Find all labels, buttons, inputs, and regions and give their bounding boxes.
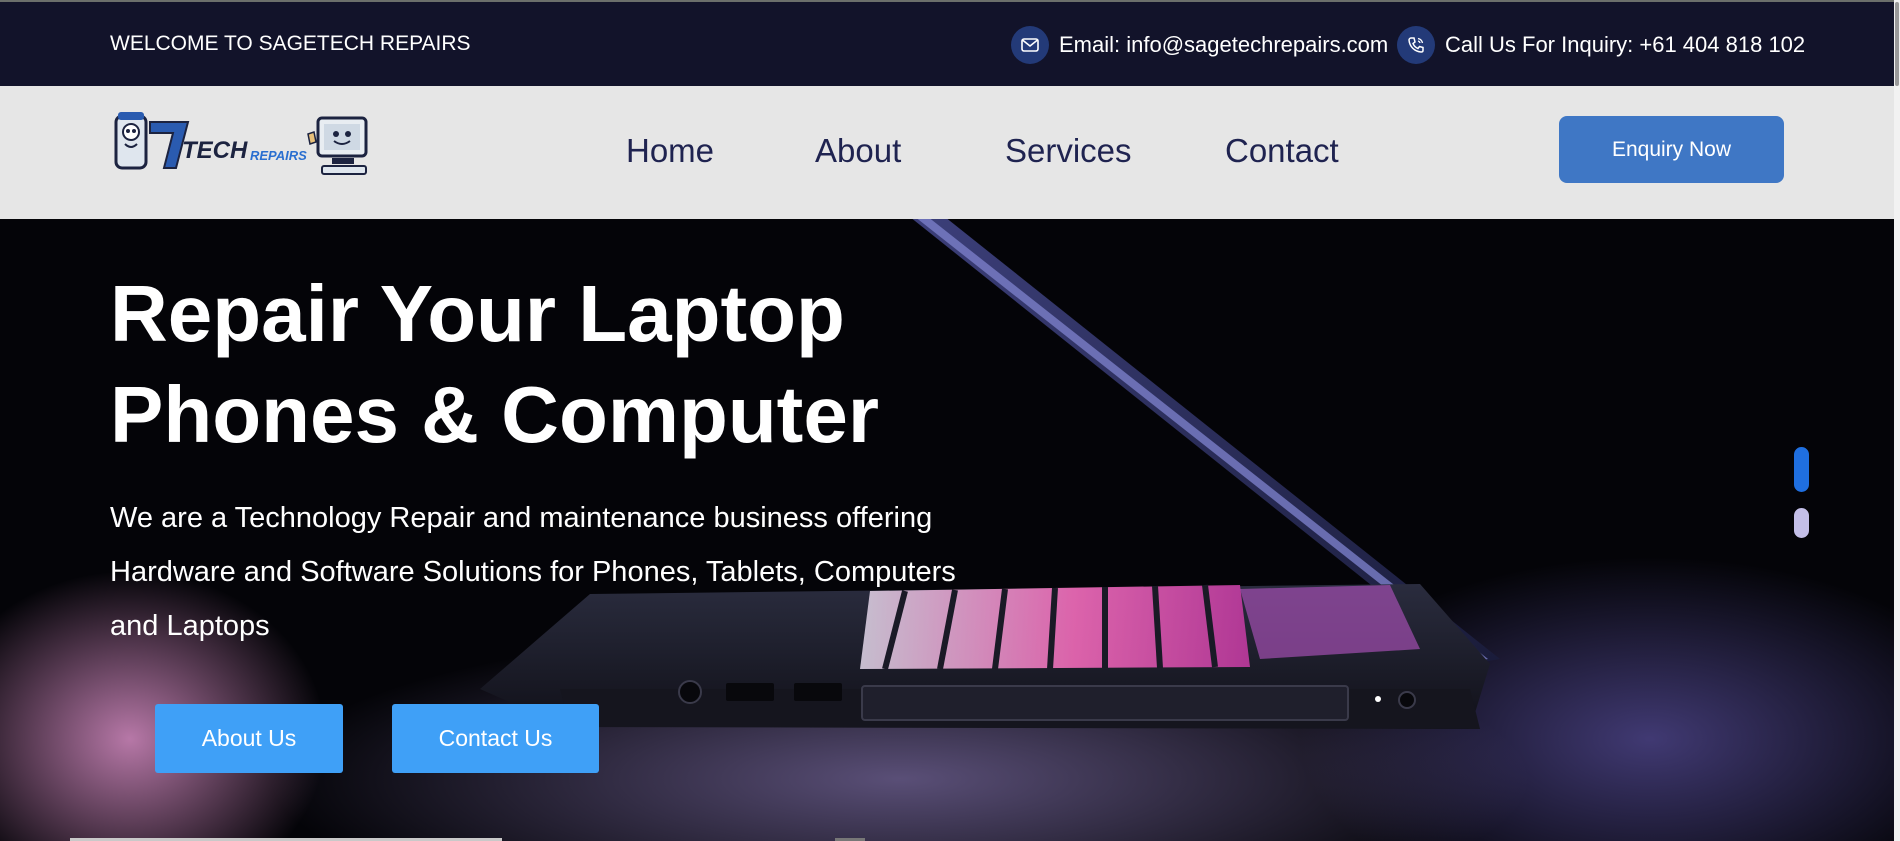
- nav-contact[interactable]: Contact: [1225, 132, 1339, 170]
- top-bar: WELCOME TO SAGETECH REPAIRS Email: info@…: [0, 0, 1894, 86]
- about-us-button[interactable]: About Us: [155, 704, 343, 773]
- site-logo[interactable]: TECH REPAIRS: [110, 108, 376, 180]
- logo-text-sub: REPAIRS: [250, 148, 307, 163]
- page-scrollbar[interactable]: [1894, 0, 1900, 841]
- hero-title-line-1: Repair Your Laptop: [110, 269, 845, 358]
- logo-text-main: TECH: [182, 137, 248, 164]
- scrollbar-thumb[interactable]: [1895, 2, 1899, 86]
- email-contact[interactable]: Email: info@sagetechrepairs.com: [1011, 26, 1388, 64]
- welcome-text: WELCOME TO SAGETECH REPAIRS: [110, 32, 471, 55]
- hero-title-line-2: Phones & Computer: [110, 370, 879, 459]
- hero-section: Repair Your Laptop Phones & Computer We …: [0, 219, 1894, 841]
- nav-about[interactable]: About: [815, 132, 901, 170]
- phone-contact[interactable]: Call Us For Inquiry: +61 404 818 102: [1397, 26, 1805, 64]
- enquiry-now-button[interactable]: Enquiry Now: [1559, 116, 1784, 183]
- phone-icon: [1397, 26, 1435, 64]
- main-nav: TECH REPAIRS Home About Services Contact…: [0, 86, 1894, 219]
- slide-indicator-1-active[interactable]: [1794, 447, 1809, 492]
- nav-services[interactable]: Services: [1005, 132, 1132, 170]
- hero-title: Repair Your Laptop Phones & Computer: [110, 263, 879, 465]
- hero-description: We are a Technology Repair and maintenan…: [110, 502, 956, 642]
- nav-home[interactable]: Home: [626, 132, 714, 170]
- contact-us-button[interactable]: Contact Us: [392, 704, 599, 773]
- phone-text[interactable]: Call Us For Inquiry: +61 404 818 102: [1445, 32, 1805, 58]
- slide-indicator-2[interactable]: [1794, 508, 1809, 538]
- mail-icon: [1011, 26, 1049, 64]
- email-text[interactable]: Email: info@sagetechrepairs.com: [1059, 32, 1388, 58]
